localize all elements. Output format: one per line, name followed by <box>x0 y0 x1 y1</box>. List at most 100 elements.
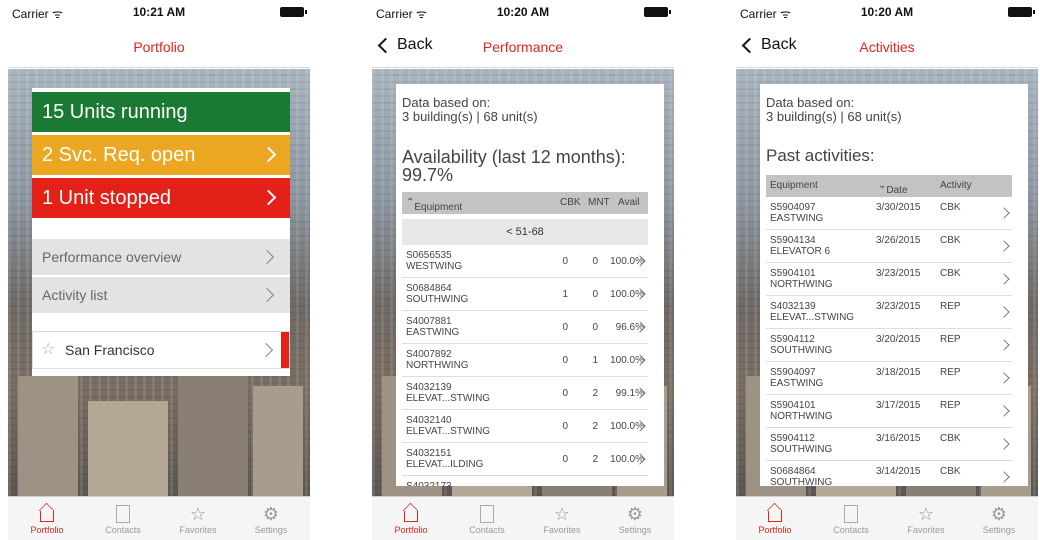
contacts-icon <box>452 503 522 525</box>
battery-icon <box>280 7 307 17</box>
tab-favorites[interactable]: ☆ Favorites <box>891 503 961 535</box>
table-row[interactable]: S0684864 SOUTHWING 3/14/2015 CBK <box>766 461 1012 486</box>
favorite-item-san-francisco[interactable]: ☆ San Francisco <box>32 331 290 369</box>
page-title: Activities <box>859 39 915 55</box>
equipment-cell: S4032173 <box>406 481 452 486</box>
cbk-header[interactable]: CBK <box>560 197 581 208</box>
sort-date-header[interactable]: ⌄ Date <box>878 180 908 196</box>
cbk-cell: 1 <box>562 289 568 300</box>
table-row[interactable]: S4032140 ELEVAT...STWING 0 2 100.0% <box>402 410 648 443</box>
sort-equipment-header[interactable]: ⌃ Equipment <box>406 197 462 213</box>
table-header: Equipment ⌄ Date Activity <box>766 175 1012 197</box>
tab-settings[interactable]: ⚙ Settings <box>236 503 306 535</box>
table-row[interactable]: S5904112 SOUTHWING 3/20/2015 REP <box>766 329 1012 362</box>
table-row[interactable]: S0684864 SOUTHWING 1 0 100.0% <box>402 278 648 311</box>
chevron-right-icon <box>259 287 275 303</box>
units-running-tile[interactable]: 15 Units running <box>32 92 290 132</box>
chevron-right-icon <box>998 405 1010 417</box>
equipment-cell: S5904112 SOUTHWING <box>770 334 833 356</box>
portfolio-panel: 15 Units running 2 Svc. Req. open 1 Unit… <box>32 88 290 376</box>
equipment-cell: S5904097 EASTWING <box>770 367 824 389</box>
portfolio-screen: Carrier ᯤ 10:21 AM Portfolio 15 Units ru… <box>8 0 310 540</box>
cbk-cell: 0 <box>562 454 568 465</box>
table-row[interactable]: S4032151 ELEVAT...ILDING 0 2 100.0% <box>402 443 648 476</box>
activity-list-label: Activity list <box>42 287 108 303</box>
performance-overview-item[interactable]: Performance overview <box>32 239 290 275</box>
chevron-right-icon <box>998 471 1010 483</box>
performance-overview-label: Performance overview <box>42 249 182 265</box>
battery-icon <box>1008 7 1035 17</box>
units-running-label: 15 Units running <box>42 101 188 123</box>
star-icon: ☆ <box>553 504 571 524</box>
nav-bar: Back Performance <box>372 22 674 68</box>
table-row[interactable]: S4007881 EASTWING 0 0 96.6% <box>402 311 648 344</box>
tab-contacts[interactable]: Contacts <box>452 503 522 535</box>
activity-cell: CBK <box>940 268 961 279</box>
tab-bar: Portfolio Contacts ☆ Favorites ⚙ Settings <box>372 496 674 540</box>
status-bar: Carrier ᯤ 10:21 AM <box>8 0 310 22</box>
star-icon[interactable]: ☆ <box>41 332 55 368</box>
table-row[interactable]: S5904097 EASTWING 3/30/2015 CBK <box>766 197 1012 230</box>
mnt-cell: 2 <box>592 388 598 399</box>
svc-req-open-tile[interactable]: 2 Svc. Req. open <box>32 135 290 175</box>
page-title: Portfolio <box>133 39 185 55</box>
table-row[interactable]: S5904101 NORTHWING 3/17/2015 REP <box>766 395 1012 428</box>
table-row[interactable]: S5904112 SOUTHWING 3/16/2015 CBK <box>766 428 1012 461</box>
activity-list-item[interactable]: Activity list <box>32 277 290 313</box>
data-basis: Data based on: 3 building(s) | 68 unit(s… <box>402 95 538 124</box>
cbk-cell: 0 <box>562 322 568 333</box>
table-row[interactable]: S5904097 EASTWING 3/18/2015 REP <box>766 362 1012 395</box>
table-row[interactable]: S5904134 ELEVATOR 6 3/26/2015 CBK <box>766 230 1012 263</box>
equipment-cell: S5904097 EASTWING <box>770 202 824 224</box>
tab-contacts[interactable]: Contacts <box>88 503 158 535</box>
clock: 10:20 AM <box>496 5 550 19</box>
date-cell: 3/18/2015 <box>876 367 921 378</box>
equipment-cell: S0656535 WESTWING <box>406 250 463 272</box>
status-bar: Carrier ᯤ 10:20 AM <box>736 0 1038 22</box>
mnt-cell: 2 <box>592 421 598 432</box>
past-activities-heading: Past activities: <box>766 146 875 165</box>
contacts-icon <box>816 503 886 525</box>
clock: 10:20 AM <box>860 5 914 19</box>
table-row[interactable]: S4032139 ELEVAT...STWING 3/23/2015 REP <box>766 296 1012 329</box>
performance-screen: Carrier ᯤ 10:20 AM Back Performance Data… <box>372 0 674 540</box>
unit-stopped-label: 1 Unit stopped <box>42 187 171 209</box>
table-row[interactable]: S4007892 NORTHWING 0 1 100.0% <box>402 344 648 377</box>
mnt-cell: 2 <box>592 454 598 465</box>
chevron-right-icon <box>998 372 1010 384</box>
table-row[interactable]: S5904101 NORTHWING 3/23/2015 CBK <box>766 263 1012 296</box>
table-row[interactable]: S4032173 <box>402 476 648 486</box>
date-cell: 3/30/2015 <box>876 202 921 213</box>
activities-screen: Carrier ᯤ 10:20 AM Back Activities Data … <box>736 0 1038 540</box>
tab-portfolio[interactable]: Portfolio <box>12 503 82 535</box>
avail-header[interactable]: Avail <box>618 197 640 208</box>
table-row[interactable]: S4032139 ELEVAT...STWING 0 2 99.1% <box>402 377 648 410</box>
tab-portfolio[interactable]: Portfolio <box>740 503 810 535</box>
table-row[interactable]: S0656535 WESTWING 0 0 100.0% <box>402 245 648 278</box>
svc-req-open-label: 2 Svc. Req. open <box>42 144 196 166</box>
tab-settings[interactable]: ⚙ Settings <box>964 503 1034 535</box>
tab-favorites[interactable]: ☆ Favorites <box>527 503 597 535</box>
equipment-header[interactable]: Equipment <box>770 180 818 191</box>
chevron-right-icon <box>260 189 277 206</box>
equipment-cell: S5904112 SOUTHWING <box>770 433 833 455</box>
date-cell: 3/23/2015 <box>876 268 921 279</box>
chevron-right-icon <box>998 339 1010 351</box>
tab-favorites[interactable]: ☆ Favorites <box>163 503 233 535</box>
tab-settings[interactable]: ⚙ Settings <box>600 503 670 535</box>
activity-header[interactable]: Activity <box>940 180 972 191</box>
mnt-cell: 1 <box>592 355 598 366</box>
chevron-right-icon <box>259 249 275 265</box>
tab-portfolio[interactable]: Portfolio <box>376 503 446 535</box>
activity-cell: REP <box>940 367 961 378</box>
chevron-right-icon <box>998 438 1010 450</box>
tab-contacts[interactable]: Contacts <box>816 503 886 535</box>
equipment-cell: S4032140 ELEVAT...STWING <box>406 415 491 437</box>
clock: 10:21 AM <box>132 5 186 19</box>
date-cell: 3/26/2015 <box>876 235 921 246</box>
mnt-header[interactable]: MNT <box>588 197 610 208</box>
cbk-cell: 0 <box>562 388 568 399</box>
unit-stopped-tile[interactable]: 1 Unit stopped <box>32 178 290 218</box>
status-bar: Carrier ᯤ 10:20 AM <box>372 0 674 22</box>
date-cell: 3/16/2015 <box>876 433 921 444</box>
